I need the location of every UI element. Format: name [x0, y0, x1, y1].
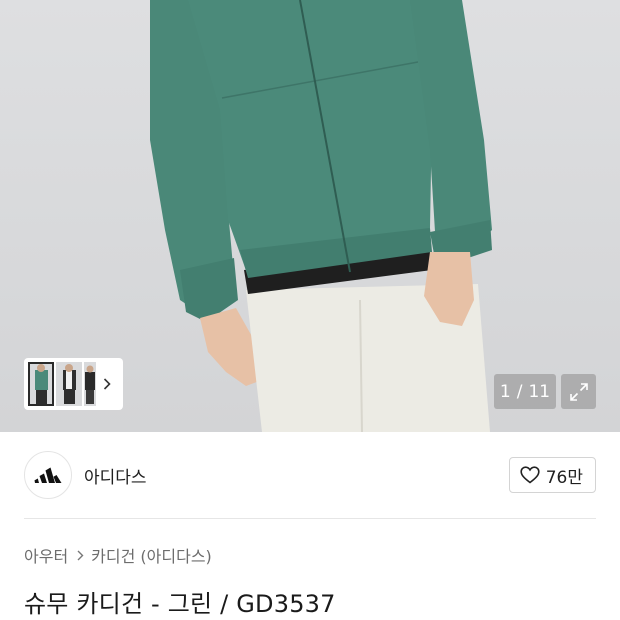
chevron-right-icon	[77, 550, 84, 561]
breadcrumb: 아우터 카디건 (아디다스)	[24, 543, 212, 567]
thumbnail-1[interactable]	[28, 362, 54, 406]
adidas-logo-icon	[34, 467, 62, 483]
like-count: 76만	[545, 467, 583, 488]
breadcrumb-item-outer[interactable]: 아우터	[24, 543, 68, 567]
image-counter-separator: /	[516, 381, 523, 402]
thumbnail-2[interactable]	[56, 362, 82, 406]
like-button[interactable]: 76만	[508, 457, 596, 493]
product-title: 슈무 카디건 - 그린 / GD3537	[24, 590, 336, 618]
thumbnail-3[interactable]	[84, 362, 96, 406]
product-image-gallery[interactable]: 1 / 11	[0, 0, 620, 432]
brand-name[interactable]: 아디다스	[84, 463, 147, 488]
brand-logo[interactable]	[24, 451, 72, 499]
thumbnail-next-button[interactable]	[100, 362, 114, 406]
chevron-right-icon	[103, 378, 111, 390]
image-counter-total: 11	[528, 381, 551, 402]
thumbnail-strip[interactable]	[24, 358, 123, 410]
image-counter-current: 1	[499, 381, 511, 402]
expand-icon	[569, 382, 588, 401]
brand-row: 아디다스 76만	[24, 450, 596, 500]
divider	[24, 518, 596, 519]
expand-image-button[interactable]	[561, 374, 596, 409]
breadcrumb-item-cardigan[interactable]: 카디건 (아디다스)	[91, 543, 212, 567]
heart-outline-icon	[520, 466, 540, 484]
image-counter: 1 / 11	[494, 374, 556, 409]
